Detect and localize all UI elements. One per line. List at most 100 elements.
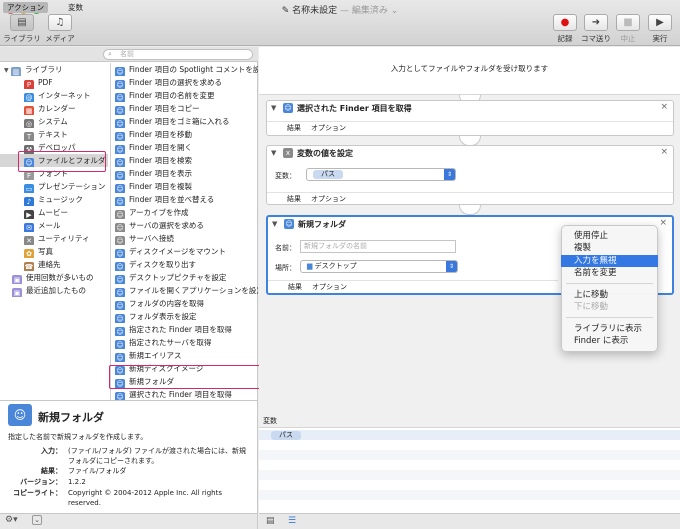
gear-icon[interactable]: ⚙▾ <box>5 515 18 525</box>
sidebar-item-smart-group[interactable]: ▣ 最近追加したもの <box>0 284 108 297</box>
close-icon[interactable]: × <box>660 147 668 157</box>
action-list-item[interactable]: ☺ 指定されたサーバを取得 <box>111 336 258 349</box>
desc-version-row: バージョン： 1.2.2 <box>20 478 86 486</box>
action-list-item[interactable]: ☺ ディスクイメージをマウント <box>111 245 258 258</box>
action-list-item[interactable]: ☺ 新規エイリアス <box>111 349 258 362</box>
action-list-item[interactable]: ☺ Finder 項目の選択を求める <box>111 76 258 89</box>
action-list-item[interactable]: ☺ 指定された Finder 項目を取得 <box>111 323 258 336</box>
sidebar-item-library[interactable]: T テキスト <box>0 128 108 141</box>
menu-item-show-in-finder[interactable]: Finder に表示 <box>561 335 658 347</box>
category-icon: ✕ <box>24 236 34 245</box>
library-button[interactable]: ▤ ライブラリ <box>3 14 41 44</box>
result-tab[interactable]: 結果 <box>287 195 301 203</box>
action-list-item[interactable]: ☺ Finder 項目を複製 <box>111 180 258 193</box>
action-list-item[interactable]: ☺ ディスクを取り出す <box>111 258 258 271</box>
sidebar-icon: ▤ <box>10 14 34 31</box>
action-list-item[interactable]: ☺ Finder 項目をコピー <box>111 102 258 115</box>
action-card-get-selected[interactable]: ▼ ☺ 選択された Finder 項目を取得 × 結果 オプション <box>266 100 674 136</box>
action-list-item[interactable]: ☺ Finder 項目をゴミ箱に入れる <box>111 115 258 128</box>
action-list-item[interactable]: ☺ Finder 項目を移動 <box>111 128 258 141</box>
tab-variables[interactable]: 変数 <box>64 2 87 13</box>
menu-item-move-down[interactable]: 下に移動 <box>561 301 658 313</box>
action-list-item[interactable]: ☺ Finder 項目を表示 <box>111 167 258 180</box>
updown-arrow-icon: ⇕ <box>444 169 455 180</box>
sidebar-item-library[interactable]: ▭ プレゼンテーション <box>0 180 108 193</box>
menu-item-move-up[interactable]: 上に移動 <box>561 289 658 301</box>
menu-item-duplicate[interactable]: 複製 <box>561 242 658 254</box>
variable-icon: x <box>283 148 293 158</box>
action-list-item[interactable]: ☺ フォルダ表示を設定 <box>111 310 258 323</box>
library-icon: ▥ <box>11 67 22 76</box>
options-tab[interactable]: オプション <box>311 124 346 132</box>
sidebar-item-library[interactable]: ✿ 写真 <box>0 245 108 258</box>
action-list-item[interactable]: ☺ 選択された Finder 項目を取得 <box>111 388 258 400</box>
result-tab[interactable]: 結果 <box>288 283 302 291</box>
sidebar-item-library[interactable]: ▶ ムービー <box>0 206 108 219</box>
step-icon: ➜ <box>584 14 608 31</box>
sidebar-item-library[interactable]: ▦ カレンダー <box>0 102 108 115</box>
action-list-item[interactable]: ☺ Finder 項目を検索 <box>111 154 258 167</box>
library-root[interactable]: ▼ ▥ ライブラリ <box>0 63 108 76</box>
sidebar-item-library[interactable]: ☎ 連絡先 <box>0 258 108 271</box>
smart-folder-icon: ▣ <box>12 275 22 284</box>
finder-icon: ☺ <box>115 158 125 167</box>
close-icon[interactable]: × <box>660 102 668 112</box>
action-list-item[interactable]: ☺ Finder 項目の Spotlight コメントを設定 <box>111 63 258 76</box>
close-icon[interactable]: × <box>659 218 667 228</box>
category-icon: ◎ <box>24 119 34 128</box>
finder-icon: ☺ <box>115 197 125 206</box>
card-footer: 結果 オプション <box>267 121 673 133</box>
finder-icon: ☺ <box>115 236 125 245</box>
menu-item-ignore-input[interactable]: 入力を無視 <box>561 255 658 267</box>
variable-popup[interactable]: パス ⇕ <box>306 168 456 181</box>
tab-actions[interactable]: アクション <box>3 2 49 13</box>
action-list-item[interactable]: ☺ サーバへ接続 <box>111 232 258 245</box>
variable-row-empty <box>259 450 680 460</box>
card-header: ▼ x 変数の値を設定 × <box>267 146 673 160</box>
action-list-item[interactable]: ☺ アーカイブを作成 <box>111 206 258 219</box>
sidebar-item-library[interactable]: ✕ ユーティリティ <box>0 232 108 245</box>
list-view-icon[interactable]: ▤ <box>266 516 275 526</box>
sidebar-item-library[interactable]: ♪ ミュージック <box>0 193 108 206</box>
action-list-item[interactable]: ☺ デスクトップピクチャを設定 <box>111 271 258 284</box>
action-list-item[interactable]: ☺ Finder 項目を開く <box>111 141 258 154</box>
location-popup[interactable]: ▆ デスクトップ ⇕ <box>300 260 458 273</box>
disclosure-triangle-icon[interactable]: ▼ <box>271 104 276 112</box>
folder-name-input[interactable]: 新規フォルダの名前 <box>300 240 456 253</box>
disclosure-triangle-icon[interactable]: ▼ <box>272 220 277 228</box>
variable-row[interactable]: パス <box>259 430 680 440</box>
media-button[interactable]: ♫ メディア <box>41 14 79 44</box>
chevron-down-icon[interactable]: ⌄ <box>32 515 42 525</box>
disclosure-triangle-icon[interactable]: ▼ <box>271 149 276 157</box>
sidebar-item-library[interactable]: P PDF <box>0 76 108 89</box>
finder-icon: ☺ <box>115 288 125 297</box>
action-list-item[interactable]: ☺ フォルダの内容を取得 <box>111 297 258 310</box>
result-tab[interactable]: 結果 <box>287 124 301 132</box>
menu-item-disable[interactable]: 使用停止 <box>561 230 658 242</box>
desc-input-row: 入力： (ファイル/フォルダ) ファイルが渡された場合には、新規フォルダにコピー… <box>41 447 247 465</box>
action-list-item[interactable]: ☺ Finder 項目を並べ替える <box>111 193 258 206</box>
menu-item-show-in-library[interactable]: ライブラリに表示 <box>561 323 658 335</box>
menu-item-rename[interactable]: 名前を変更 <box>561 267 658 279</box>
finder-icon: ☺ <box>8 404 32 426</box>
folder-icon: ▆ <box>307 262 315 270</box>
action-list-item[interactable]: ☺ Finder 項目の名前を変更 <box>111 89 258 102</box>
sidebar-item-smart-group[interactable]: ▣ 使用回数が多いもの <box>0 271 108 284</box>
action-list-item[interactable]: ☺ ファイルを開くアプリケーションを設定 <box>111 284 258 297</box>
sidebar-item-library[interactable]: ◎ システム <box>0 115 108 128</box>
action-list-item[interactable]: ☺ サーバの選択を求める <box>111 219 258 232</box>
search-input[interactable]: 名前 <box>103 49 253 60</box>
sidebar-item-library[interactable]: ✉ メール <box>0 219 108 232</box>
options-tab[interactable]: オプション <box>312 283 347 291</box>
flow-view-icon[interactable]: ☰ <box>288 516 296 526</box>
card-title: 新規フォルダ <box>298 220 346 229</box>
finder-icon: ☺ <box>115 80 125 89</box>
place-label: 場所： <box>275 264 296 272</box>
options-tab[interactable]: オプション <box>311 195 346 203</box>
library-list: ▼ ▥ ライブラリ P PDF @ インターネット ▦ カレンダー ◎ システム T テキスト ⚒ デベ… <box>0 63 108 297</box>
variable-row-empty <box>259 440 680 450</box>
run-button[interactable]: ▶ 実行 <box>641 14 679 44</box>
sidebar-item-library[interactable]: @ インターネット <box>0 89 108 102</box>
finder-icon: ☺ <box>115 301 125 310</box>
finder-icon: ☺ <box>115 67 125 76</box>
